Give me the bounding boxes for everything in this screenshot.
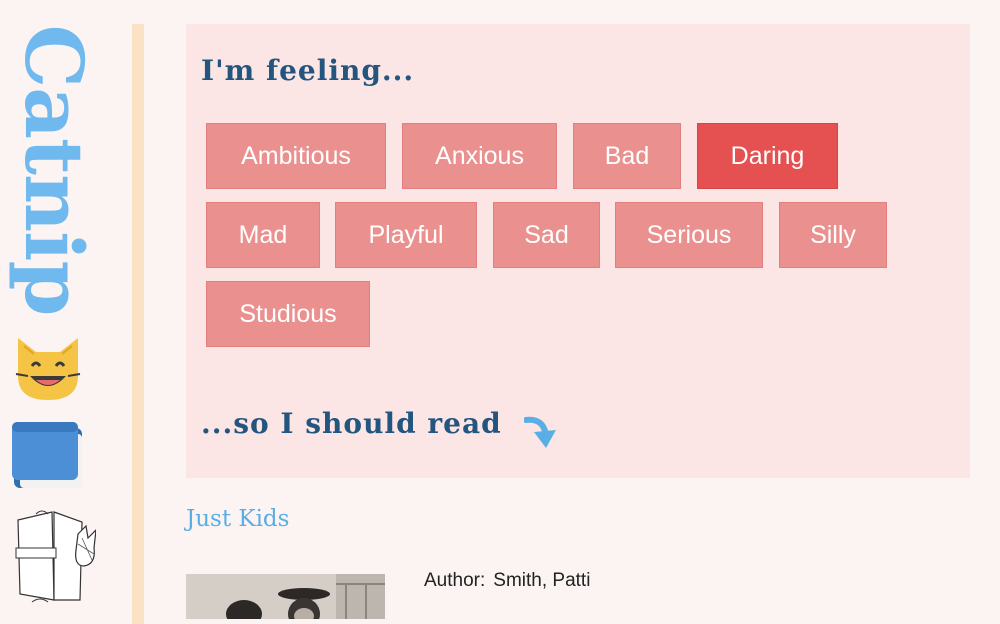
cat-face-icon[interactable] bbox=[12, 330, 84, 402]
book-title-link[interactable]: Just Kids bbox=[186, 506, 289, 532]
mood-button-label: Playful bbox=[368, 220, 444, 249]
mood-button-silly[interactable]: Silly bbox=[779, 202, 887, 268]
mood-button-anxious[interactable]: Anxious bbox=[402, 123, 557, 189]
site-logo[interactable]: Catnip bbox=[4, 25, 104, 316]
blue-book-icon[interactable] bbox=[10, 420, 86, 492]
mood-button-label: Bad bbox=[604, 141, 650, 170]
sidebar: Catnip bbox=[0, 0, 132, 619]
author-label: Author: bbox=[424, 570, 486, 591]
mood-button-mad[interactable]: Mad bbox=[206, 202, 320, 268]
mood-button-serious[interactable]: Serious bbox=[615, 202, 763, 268]
mood-button-daring[interactable]: Daring bbox=[697, 123, 838, 189]
cat-reading-book-sketch-icon[interactable] bbox=[12, 508, 96, 608]
mood-button-label: Ambitious bbox=[241, 141, 351, 170]
mood-button-label: Daring bbox=[730, 141, 805, 170]
mood-button-bad[interactable]: Bad bbox=[573, 123, 681, 189]
logo-text: Catnip bbox=[7, 24, 101, 316]
mood-button-label: Studious bbox=[239, 299, 337, 328]
book-cover-image[interactable] bbox=[186, 574, 385, 619]
mood-button-sad[interactable]: Sad bbox=[493, 202, 600, 268]
feeling-heading: I'm feeling... bbox=[201, 54, 415, 87]
read-heading: ...so I should read bbox=[201, 407, 502, 440]
sidebar-divider bbox=[132, 24, 144, 624]
mood-button-label: Anxious bbox=[435, 141, 524, 170]
mood-button-studious[interactable]: Studious bbox=[206, 281, 370, 347]
author-value: Smith, Patti bbox=[493, 570, 591, 591]
mood-button-playful[interactable]: Playful bbox=[335, 202, 477, 268]
mood-button-label: Sad bbox=[524, 220, 569, 249]
mood-panel: I'm feeling... Ambitious Anxious Bad Dar… bbox=[186, 24, 970, 478]
mood-button-label: Mad bbox=[238, 220, 288, 249]
mood-button-label: Silly bbox=[810, 220, 856, 249]
mood-button-ambitious[interactable]: Ambitious bbox=[206, 123, 386, 189]
book-author: Author: Smith, Patti bbox=[424, 570, 598, 592]
mood-button-label: Serious bbox=[646, 220, 732, 249]
curved-down-arrow-icon bbox=[524, 416, 556, 448]
